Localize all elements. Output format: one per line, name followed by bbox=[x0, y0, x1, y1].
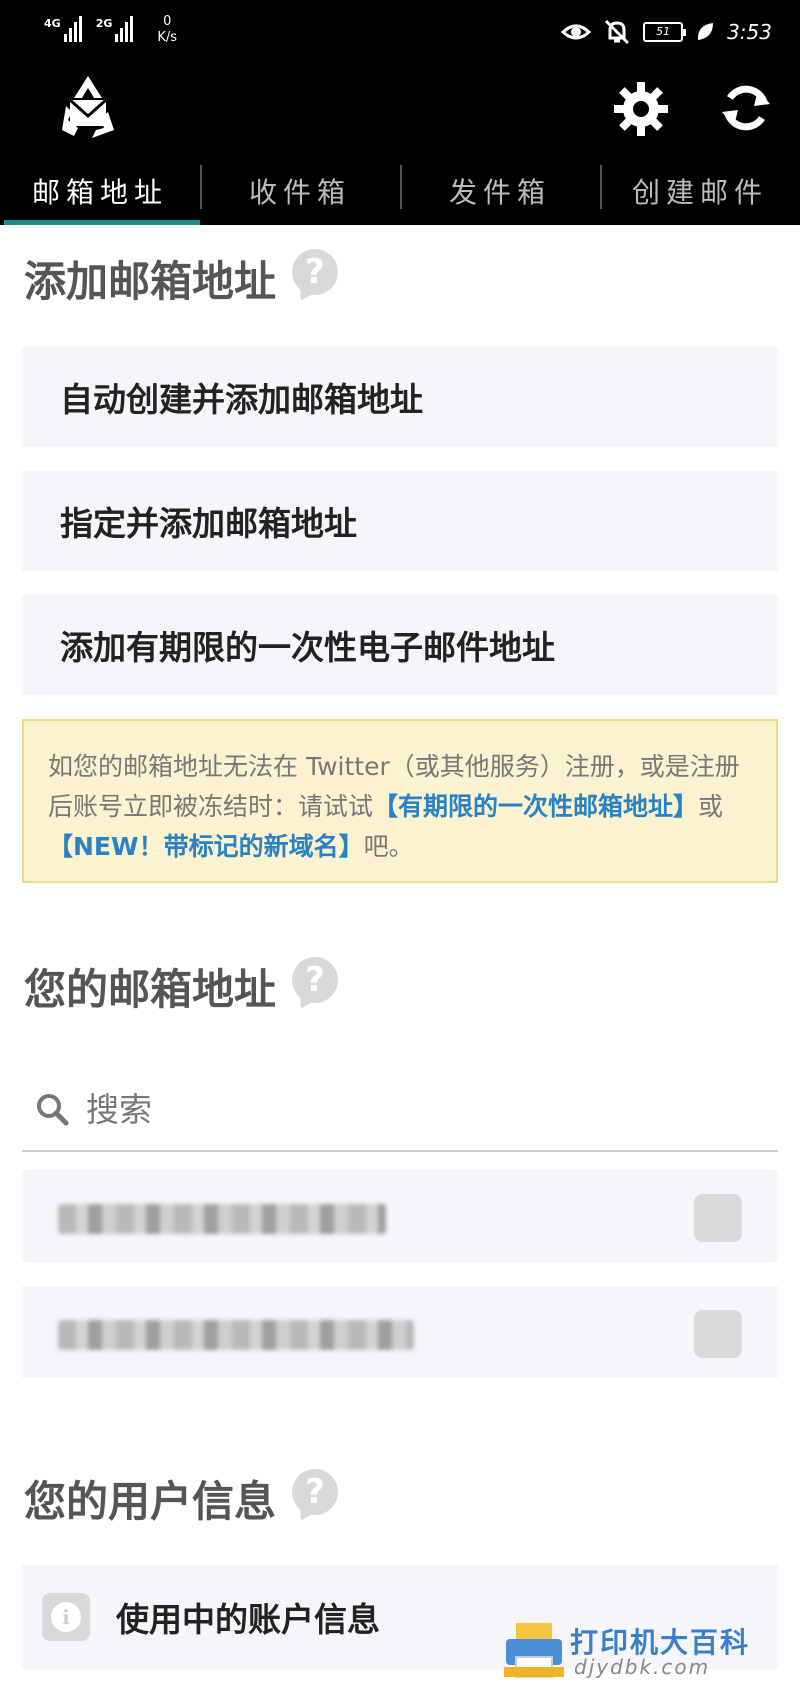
speed-value: 0 bbox=[163, 14, 172, 29]
signal-bars-icon bbox=[115, 14, 134, 44]
info-glyph: i bbox=[51, 1602, 81, 1632]
network-speed: 0 K/s bbox=[157, 14, 177, 46]
bell-off-icon bbox=[605, 19, 630, 45]
signal-4g: 4G bbox=[44, 14, 82, 44]
specify-address-button[interactable]: 指定并添加邮箱地址 bbox=[22, 471, 778, 571]
address-checkbox[interactable] bbox=[694, 1194, 742, 1242]
help-icon[interactable]: ? bbox=[292, 1468, 339, 1515]
status-bar: 4G 2G 0 K/s 51 3:53 bbox=[0, 0, 800, 62]
add-address-title: 添加邮箱地址 ? bbox=[24, 248, 339, 309]
status-right: 51 3:53 bbox=[561, 18, 772, 46]
add-disposable-address-button[interactable]: 添加有期限的一次性电子邮件地址 bbox=[22, 595, 778, 695]
recycle-mail-icon bbox=[62, 76, 114, 138]
help-icon[interactable]: ? bbox=[292, 956, 339, 1003]
address-list-item[interactable] bbox=[22, 1170, 778, 1262]
your-addresses-title: 您的邮箱地址 ? bbox=[24, 956, 339, 1017]
section-title-text: 添加邮箱地址 bbox=[24, 257, 277, 306]
notice-end: 吧。 bbox=[363, 832, 414, 861]
speed-unit: K/s bbox=[157, 30, 178, 45]
blurred-address bbox=[58, 1204, 386, 1234]
status-left: 4G 2G 0 K/s bbox=[44, 14, 177, 46]
search-icon bbox=[37, 1094, 69, 1126]
search-input[interactable] bbox=[86, 1089, 686, 1129]
watermark: 打印机大百科 djydbk.com bbox=[502, 1619, 792, 1683]
signal-2g: 2G bbox=[96, 14, 134, 44]
notice-middle: 或 bbox=[698, 792, 724, 821]
tab-bar: 邮箱地址 收件箱 发件箱 创建邮件 bbox=[0, 157, 800, 225]
search-bar bbox=[22, 1068, 778, 1152]
account-info-label: 使用中的账户信息 bbox=[116, 1600, 380, 1639]
leaf-icon bbox=[698, 23, 714, 40]
battery-icon: 51 bbox=[643, 22, 687, 42]
clock: 3:53 bbox=[727, 20, 772, 44]
net-label-2g: 2G bbox=[95, 17, 113, 30]
tab-outbox[interactable]: 发件箱 bbox=[400, 157, 600, 225]
section-title-text: 您的用户信息 bbox=[24, 1477, 277, 1526]
watermark-url: djydbk.com bbox=[574, 1655, 711, 1679]
new-domain-link[interactable]: 【NEW！带标记的新域名】 bbox=[48, 832, 364, 861]
app-bar bbox=[0, 62, 800, 157]
tab-email-addresses[interactable]: 邮箱地址 bbox=[0, 157, 200, 225]
disposable-address-link[interactable]: 【有期限的一次性邮箱地址】 bbox=[373, 792, 698, 821]
blurred-address bbox=[58, 1320, 414, 1350]
tab-compose[interactable]: 创建邮件 bbox=[600, 157, 800, 225]
address-checkbox[interactable] bbox=[694, 1310, 742, 1358]
net-label-4g: 4G bbox=[44, 17, 61, 30]
printer-logo-icon bbox=[504, 1623, 564, 1678]
address-list-item[interactable] bbox=[22, 1286, 778, 1378]
help-icon[interactable]: ? bbox=[292, 248, 339, 295]
section-title-text: 您的邮箱地址 bbox=[24, 965, 277, 1014]
your-user-info-title: 您的用户信息 ? bbox=[24, 1468, 339, 1529]
signal-bars-icon bbox=[63, 14, 82, 44]
notice-box: 如您的邮箱地址无法在 Twitter（或其他服务）注册，或是注册后账号立即被冻结… bbox=[22, 719, 778, 883]
auto-create-address-button[interactable]: 自动创建并添加邮箱地址 bbox=[22, 347, 778, 447]
gear-icon[interactable] bbox=[612, 80, 670, 138]
tab-inbox[interactable]: 收件箱 bbox=[200, 157, 400, 225]
refresh-icon[interactable] bbox=[718, 80, 774, 136]
eye-icon bbox=[561, 24, 592, 40]
info-icon: i bbox=[42, 1593, 90, 1641]
